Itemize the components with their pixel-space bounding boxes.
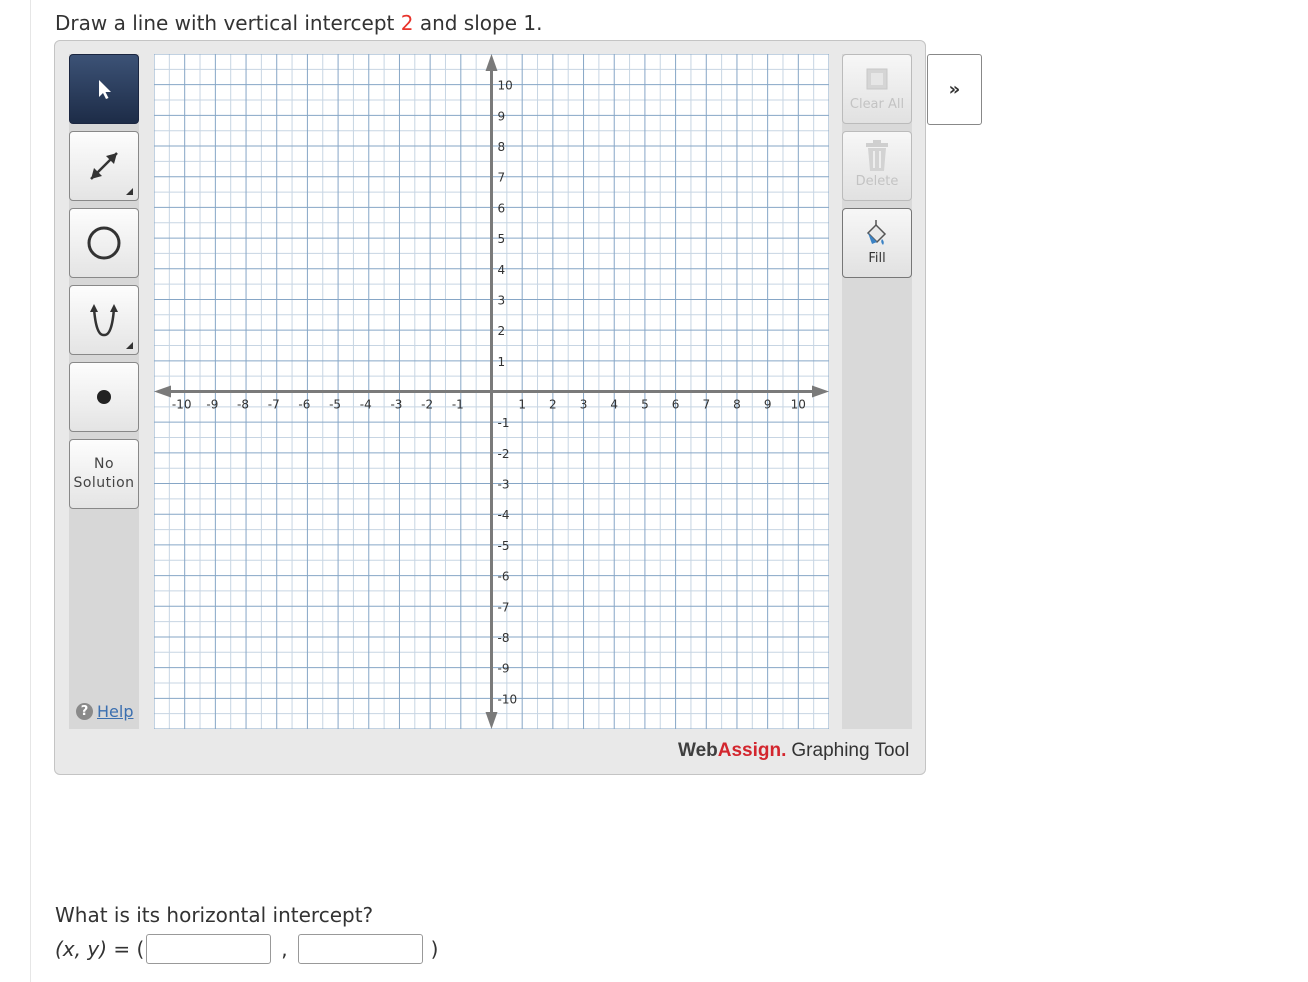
graph-area[interactable]: -10 -9 -8 -7 -6 -5 -4 -3 -2 -1 1 2 3 4 5 6 7 8 9 10 10 9 8 7 6 5 4… [153, 53, 830, 730]
x-tick-label: 6 [672, 398, 680, 412]
pointer-arrow-icon [99, 80, 111, 99]
answer-row: (x, y) = ( , ) [55, 934, 438, 964]
y-tick-label: 1 [498, 355, 506, 369]
delete-button[interactable]: Delete [842, 131, 912, 201]
prompt-text-start: Draw a line with vertical intercept [55, 11, 401, 35]
expand-button[interactable]: » [927, 54, 982, 125]
circle-icon [87, 226, 121, 260]
brand-web: Web [678, 740, 718, 761]
point-tool[interactable] [69, 362, 139, 432]
line-tool[interactable] [69, 131, 139, 201]
parabola-icon [90, 304, 118, 337]
y-tick-label: -3 [498, 478, 510, 492]
y-tick-label: 4 [498, 263, 506, 277]
expand-chevrons-icon: » [948, 79, 961, 100]
y-tick-label: -1 [498, 416, 510, 430]
brand-assign: Assign. [717, 740, 787, 761]
x-tick-label: -10 [172, 398, 192, 412]
fill-button[interactable]: Fill [842, 208, 912, 278]
help-link[interactable]: ? Help [76, 702, 133, 721]
trash-icon [843, 138, 911, 174]
no-solution-label-line2: Solution [73, 475, 135, 491]
y-tick-label: -7 [498, 600, 510, 614]
help-label: Help [97, 702, 134, 721]
y-tick-label: 2 [498, 324, 506, 338]
x-tick-label: -4 [360, 398, 372, 412]
answer-lhs: (x, y) [55, 937, 107, 961]
delete-label: Delete [855, 174, 899, 189]
x-tick-label: -6 [298, 398, 310, 412]
y-tick-label: -5 [498, 539, 510, 553]
x-intercept-input[interactable] [146, 934, 272, 964]
x-tick-label: 5 [641, 398, 649, 412]
double-arrow-line-icon [90, 152, 118, 180]
x-tick-label: -9 [206, 398, 218, 412]
x-tick-label: 9 [764, 398, 772, 412]
parabola-tool[interactable] [69, 285, 139, 355]
paint-bucket-icon [843, 215, 911, 251]
brand-graphing-tool: Graphing Tool [791, 740, 910, 761]
select-tool[interactable] [69, 54, 139, 124]
y-tick-label: 6 [498, 201, 506, 215]
x-tick-label: 1 [518, 398, 526, 412]
prompt-text-end: and slope 1. [413, 11, 543, 35]
answer-comma: , [281, 937, 288, 961]
y-tick-label: -4 [498, 508, 510, 522]
y-tick-label: -8 [498, 631, 510, 645]
answer-close-paren: ) [430, 937, 439, 961]
y-intercept-input[interactable] [297, 934, 423, 964]
graph-canvas[interactable]: -10 -9 -8 -7 -6 -5 -4 -3 -2 -1 1 2 3 4 5 6 7 8 9 10 10 9 8 7 6 5 4… [153, 53, 830, 730]
y-tick-label: -9 [498, 662, 510, 676]
answer-equals-paren: = ( [107, 937, 145, 961]
y-tick-label: 5 [498, 232, 506, 246]
clear-all-label: Clear All [849, 97, 905, 112]
horizontal-intercept-question: What is its horizontal intercept? [55, 903, 374, 927]
question-prompt: Draw a line with vertical intercept 2 an… [55, 11, 542, 35]
x-tick-label: -8 [237, 398, 249, 412]
no-solution-label-line1: No [93, 456, 115, 472]
y-tick-label: 10 [498, 79, 513, 93]
y-tick-label: -10 [498, 692, 518, 706]
x-tick-label: -7 [268, 398, 280, 412]
y-tick-label: 8 [498, 140, 506, 154]
x-tick-label: -5 [329, 398, 341, 412]
x-tick-label: 2 [549, 398, 557, 412]
circle-tool[interactable] [69, 208, 139, 278]
page-left-rule [30, 0, 31, 982]
y-tick-label: 7 [498, 171, 506, 185]
fill-label: Fill [868, 251, 886, 266]
x-tick-label: 7 [702, 398, 710, 412]
no-solution-label: No Solution [73, 455, 134, 493]
dot-icon [97, 390, 111, 404]
y-tick-label: 9 [498, 109, 506, 123]
clear-all-icon [843, 61, 911, 97]
x-tick-label: 10 [791, 398, 806, 412]
x-tick-label: 3 [580, 398, 588, 412]
y-tick-label: -2 [498, 447, 510, 461]
clear-all-button[interactable]: Clear All [842, 54, 912, 124]
submenu-indicator-icon [126, 188, 133, 195]
help-question-icon: ? [76, 703, 93, 720]
x-tick-label: -3 [390, 398, 402, 412]
webassign-logo: WebAssign. Graphing Tool [678, 740, 909, 762]
x-tick-label: -2 [421, 398, 433, 412]
prompt-intercept-value: 2 [400, 11, 414, 35]
x-tick-label: 4 [610, 398, 618, 412]
y-tick-label: -6 [498, 570, 510, 584]
no-solution-button[interactable]: No Solution [69, 439, 139, 509]
x-tick-label: -1 [452, 398, 464, 412]
y-tick-label: 3 [498, 293, 506, 307]
x-tick-label: 8 [733, 398, 741, 412]
submenu-indicator-icon [126, 342, 133, 349]
